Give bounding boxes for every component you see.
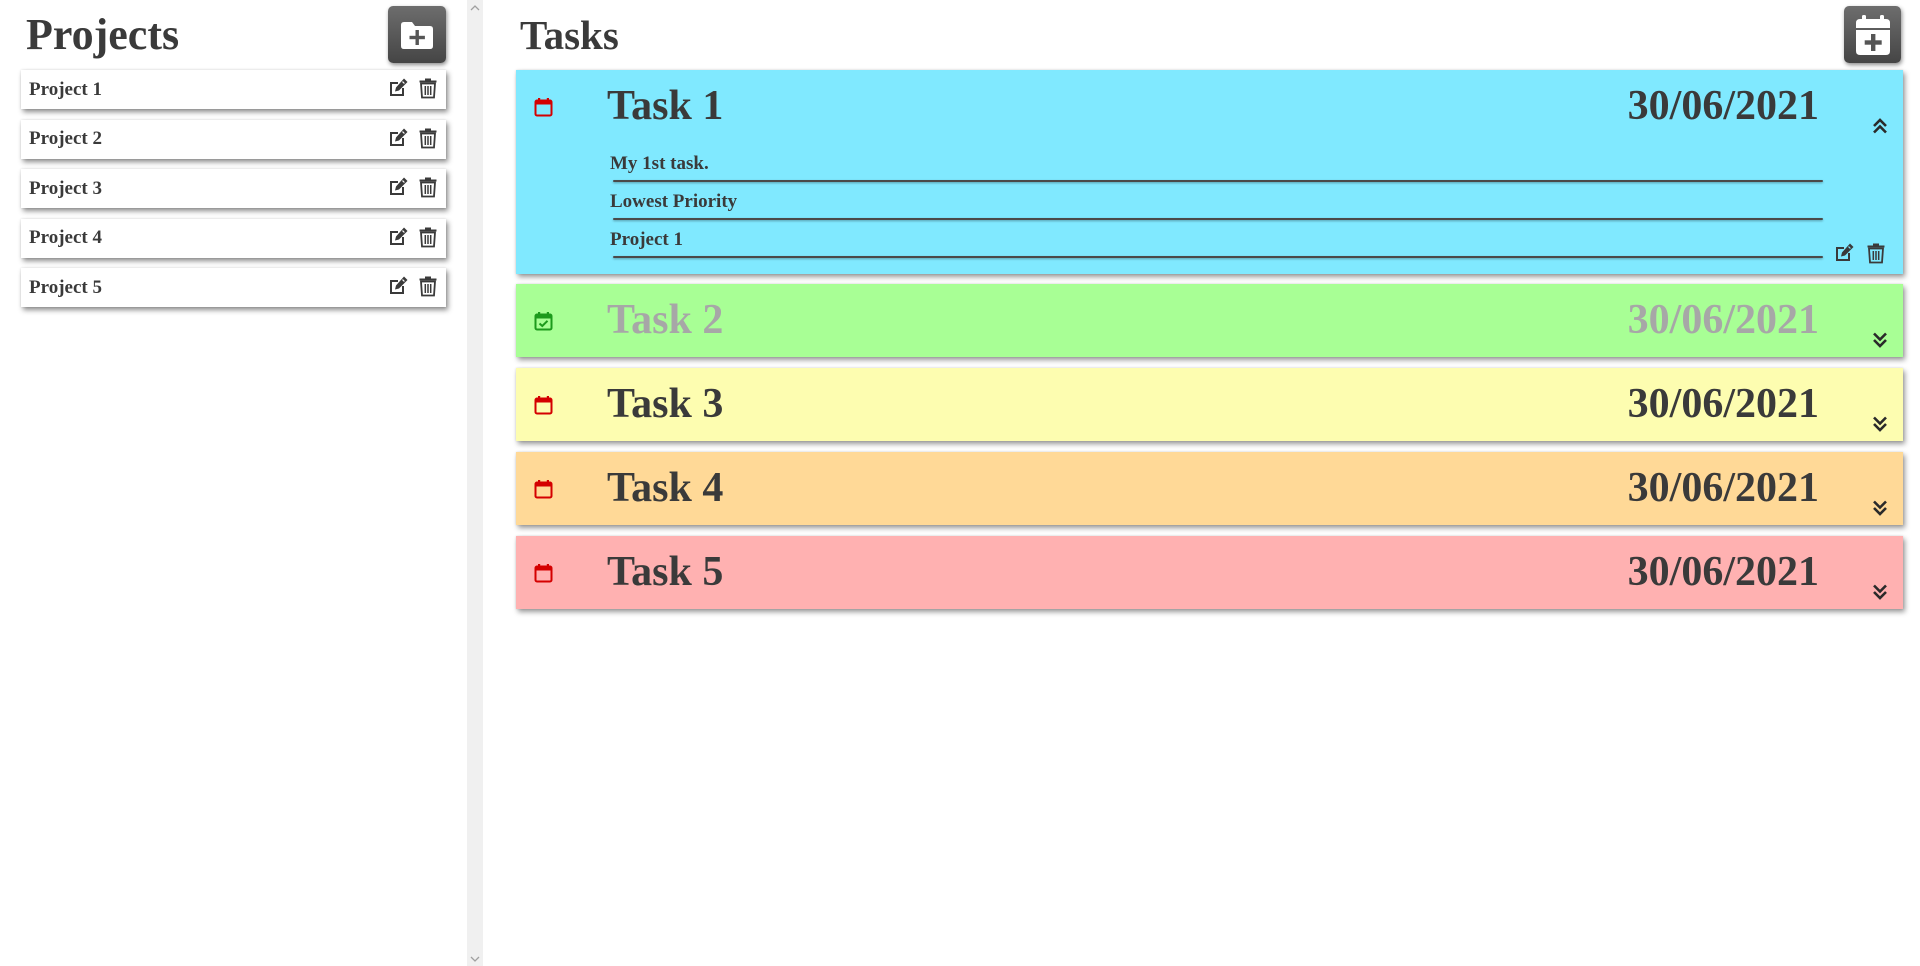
add-project-button[interactable] bbox=[388, 6, 446, 63]
expand-task-button[interactable] bbox=[1871, 330, 1889, 350]
task-title: Task 5 bbox=[607, 549, 724, 595]
trash-icon[interactable] bbox=[418, 275, 438, 297]
trash-icon[interactable] bbox=[418, 176, 438, 198]
project-item[interactable]: Project 5 bbox=[21, 268, 446, 307]
project-label: Project 2 bbox=[29, 128, 102, 149]
tasks-panel: Tasks Task 1 30/06/2021 My 1st task. Low… bbox=[484, 0, 1920, 966]
tasks-heading: Tasks bbox=[520, 12, 619, 58]
chevrons-down-icon bbox=[1873, 500, 1887, 516]
chevrons-down-icon bbox=[1873, 584, 1887, 600]
task-title: Task 1 bbox=[607, 83, 724, 129]
edit-icon[interactable] bbox=[387, 176, 409, 198]
task-project: Project 1 bbox=[610, 226, 1823, 264]
calendar-icon[interactable] bbox=[533, 479, 554, 500]
task-card[interactable]: Task 3 30/06/2021 bbox=[516, 368, 1903, 441]
task-title: Task 3 bbox=[607, 381, 724, 427]
scroll-down-arrow[interactable] bbox=[470, 954, 480, 964]
project-actions bbox=[387, 176, 438, 198]
project-item[interactable]: Project 1 bbox=[21, 70, 446, 109]
chevrons-down-icon bbox=[1873, 332, 1887, 348]
project-list: Project 1 Project 2 Project 3 Project 4 … bbox=[21, 70, 446, 318]
projects-panel: Projects Project 1 Project 2 Project 3 P… bbox=[0, 0, 466, 966]
task-date: 30/06/2021 bbox=[1627, 381, 1819, 427]
project-actions bbox=[387, 275, 438, 297]
task-details: My 1st task. Lowest Priority Project 1 bbox=[610, 150, 1823, 264]
task-description: My 1st task. bbox=[610, 150, 1823, 188]
project-label: Project 4 bbox=[29, 227, 102, 248]
task-card[interactable]: Task 5 30/06/2021 bbox=[516, 536, 1903, 609]
task-title: Task 4 bbox=[607, 465, 724, 511]
calendar-icon[interactable] bbox=[533, 563, 554, 584]
task-date: 30/06/2021 bbox=[1627, 297, 1819, 343]
edit-icon[interactable] bbox=[387, 226, 409, 248]
expand-task-button[interactable] bbox=[1871, 582, 1889, 602]
project-actions bbox=[387, 77, 438, 99]
folder-plus-icon bbox=[401, 21, 433, 49]
trash-icon[interactable] bbox=[418, 127, 438, 149]
chevron-down-icon bbox=[470, 956, 480, 962]
task-card[interactable]: Task 2 30/06/2021 bbox=[516, 284, 1903, 357]
calendar-check-icon[interactable] bbox=[533, 311, 554, 332]
project-actions bbox=[387, 127, 438, 149]
collapse-task-button[interactable] bbox=[1871, 116, 1889, 136]
chevron-up-icon bbox=[470, 5, 480, 11]
project-item[interactable]: Project 3 bbox=[21, 169, 446, 208]
task-date: 30/06/2021 bbox=[1627, 465, 1819, 511]
task-title: Task 2 bbox=[607, 297, 724, 343]
add-task-button[interactable] bbox=[1844, 6, 1901, 63]
task-date: 30/06/2021 bbox=[1627, 83, 1819, 129]
task-card[interactable]: Task 1 30/06/2021 My 1st task. Lowest Pr… bbox=[516, 70, 1903, 274]
edit-icon[interactable] bbox=[387, 77, 409, 99]
task-card[interactable]: Task 4 30/06/2021 bbox=[516, 452, 1903, 525]
project-actions bbox=[387, 226, 438, 248]
edit-icon[interactable] bbox=[1833, 242, 1855, 264]
project-item[interactable]: Project 2 bbox=[21, 119, 446, 159]
project-label: Project 3 bbox=[29, 177, 102, 199]
task-actions bbox=[1833, 242, 1886, 264]
projects-heading: Projects bbox=[26, 10, 180, 59]
edit-icon[interactable] bbox=[387, 127, 409, 149]
expand-task-button[interactable] bbox=[1871, 498, 1889, 518]
trash-icon[interactable] bbox=[418, 226, 438, 248]
calendar-plus-icon bbox=[1855, 14, 1890, 55]
trash-icon[interactable] bbox=[418, 77, 438, 99]
expand-task-button[interactable] bbox=[1871, 414, 1889, 434]
project-label: Project 1 bbox=[29, 78, 102, 100]
project-item[interactable]: Project 4 bbox=[21, 218, 446, 258]
calendar-icon[interactable] bbox=[533, 395, 554, 416]
edit-icon[interactable] bbox=[387, 275, 409, 297]
scroll-up-arrow[interactable] bbox=[470, 3, 480, 13]
trash-icon[interactable] bbox=[1866, 242, 1886, 264]
task-list: Task 1 30/06/2021 My 1st task. Lowest Pr… bbox=[516, 70, 1903, 620]
task-date: 30/06/2021 bbox=[1627, 549, 1819, 595]
chevrons-up-icon bbox=[1873, 118, 1887, 134]
project-label: Project 5 bbox=[29, 276, 102, 298]
task-priority: Lowest Priority bbox=[610, 188, 1823, 226]
chevrons-down-icon bbox=[1873, 416, 1887, 432]
calendar-icon[interactable] bbox=[533, 97, 554, 118]
projects-scrollbar[interactable] bbox=[467, 0, 483, 966]
